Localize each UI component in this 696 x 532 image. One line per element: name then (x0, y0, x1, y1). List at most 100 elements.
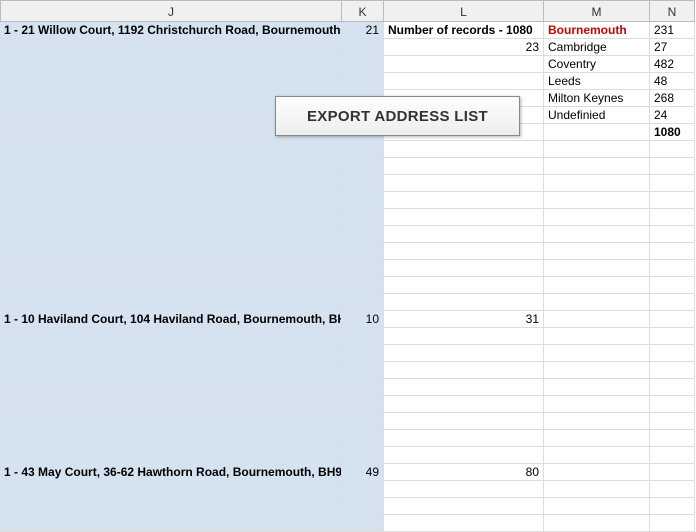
cell-l[interactable] (384, 209, 544, 226)
cell-l[interactable]: 23 (384, 39, 544, 56)
cell-k[interactable] (342, 515, 384, 532)
cell-j[interactable] (0, 56, 342, 73)
cell-n[interactable]: 268 (650, 90, 695, 107)
cell-l[interactable] (384, 260, 544, 277)
cell-j[interactable] (0, 379, 342, 396)
cell-l[interactable] (384, 56, 544, 73)
cell-k[interactable] (342, 447, 384, 464)
cell-n[interactable] (650, 498, 695, 515)
cell-n[interactable] (650, 243, 695, 260)
cell-k[interactable] (342, 498, 384, 515)
cell-k[interactable] (342, 396, 384, 413)
export-address-list-button[interactable]: EXPORT ADDRESS LIST (275, 96, 520, 136)
cell-l[interactable] (384, 345, 544, 362)
cell-m[interactable] (544, 209, 650, 226)
cell-m[interactable] (544, 294, 650, 311)
cell-n[interactable] (650, 481, 695, 498)
cell-m[interactable] (544, 277, 650, 294)
cell-n[interactable] (650, 464, 695, 481)
cell-m[interactable] (544, 328, 650, 345)
cell-k[interactable] (342, 56, 384, 73)
cell-n[interactable] (650, 260, 695, 277)
cell-n[interactable] (650, 141, 695, 158)
cell-j[interactable] (0, 345, 342, 362)
cell-l[interactable] (384, 413, 544, 430)
cell-j[interactable] (0, 277, 342, 294)
cell-n[interactable] (650, 328, 695, 345)
cell-n[interactable] (650, 158, 695, 175)
cell-n[interactable]: 48 (650, 73, 695, 90)
cell-l[interactable] (384, 158, 544, 175)
cell-m[interactable] (544, 447, 650, 464)
cell-l[interactable] (384, 226, 544, 243)
cell-l[interactable]: 31 (384, 311, 544, 328)
cell-m[interactable]: Coventry (544, 56, 650, 73)
cell-m[interactable]: Cambridge (544, 39, 650, 56)
cell-m[interactable] (544, 464, 650, 481)
cell-j[interactable]: 1 - 10 Haviland Court, 104 Haviland Road… (0, 311, 342, 328)
cell-k[interactable] (342, 345, 384, 362)
cell-k[interactable] (342, 192, 384, 209)
cell-j[interactable] (0, 481, 342, 498)
cell-m[interactable] (544, 413, 650, 430)
cell-k[interactable] (342, 175, 384, 192)
cell-n[interactable] (650, 226, 695, 243)
cell-n[interactable] (650, 430, 695, 447)
cell-l[interactable]: Number of records - 1080 (384, 22, 544, 39)
cell-j[interactable] (0, 515, 342, 532)
cell-k[interactable] (342, 141, 384, 158)
cell-n[interactable]: 24 (650, 107, 695, 124)
cell-k[interactable] (342, 73, 384, 90)
cell-j[interactable] (0, 328, 342, 345)
cell-m[interactable] (544, 396, 650, 413)
cell-m[interactable]: Undefinied (544, 107, 650, 124)
cell-k[interactable]: 21 (342, 22, 384, 39)
cell-n[interactable] (650, 175, 695, 192)
cell-n[interactable]: 27 (650, 39, 695, 56)
cell-n[interactable] (650, 413, 695, 430)
cell-j[interactable] (0, 243, 342, 260)
cell-k[interactable] (342, 328, 384, 345)
col-header-m[interactable]: M (544, 0, 650, 22)
cell-n[interactable] (650, 294, 695, 311)
col-header-n[interactable]: N (650, 0, 695, 22)
cell-l[interactable] (384, 328, 544, 345)
cell-k[interactable] (342, 39, 384, 56)
cell-m[interactable] (544, 226, 650, 243)
cell-j[interactable] (0, 362, 342, 379)
cell-n[interactable] (650, 396, 695, 413)
cell-l[interactable] (384, 481, 544, 498)
cell-m[interactable] (544, 141, 650, 158)
cell-n[interactable] (650, 362, 695, 379)
cell-l[interactable]: 80 (384, 464, 544, 481)
cell-l[interactable] (384, 175, 544, 192)
cell-m[interactable] (544, 430, 650, 447)
cell-n[interactable] (650, 192, 695, 209)
cell-m[interactable] (544, 515, 650, 532)
cell-m[interactable] (544, 498, 650, 515)
cell-m[interactable] (544, 362, 650, 379)
cell-j[interactable] (0, 192, 342, 209)
cell-m[interactable]: Milton Keynes (544, 90, 650, 107)
cell-m[interactable] (544, 175, 650, 192)
cell-n[interactable] (650, 209, 695, 226)
cell-n[interactable]: 231 (650, 22, 695, 39)
cell-n[interactable] (650, 379, 695, 396)
cell-l[interactable] (384, 362, 544, 379)
cell-l[interactable] (384, 379, 544, 396)
cell-j[interactable] (0, 294, 342, 311)
cell-l[interactable] (384, 430, 544, 447)
cell-j[interactable] (0, 396, 342, 413)
cell-k[interactable] (342, 243, 384, 260)
cell-j[interactable] (0, 141, 342, 158)
cell-n[interactable] (650, 311, 695, 328)
cell-j[interactable] (0, 498, 342, 515)
cell-m[interactable]: Bournemouth (544, 22, 650, 39)
cell-k[interactable]: 10 (342, 311, 384, 328)
col-header-k[interactable]: K (342, 0, 384, 22)
cell-k[interactable] (342, 277, 384, 294)
cell-m[interactable] (544, 260, 650, 277)
cell-n[interactable] (650, 277, 695, 294)
cell-l[interactable] (384, 294, 544, 311)
cell-k[interactable] (342, 430, 384, 447)
